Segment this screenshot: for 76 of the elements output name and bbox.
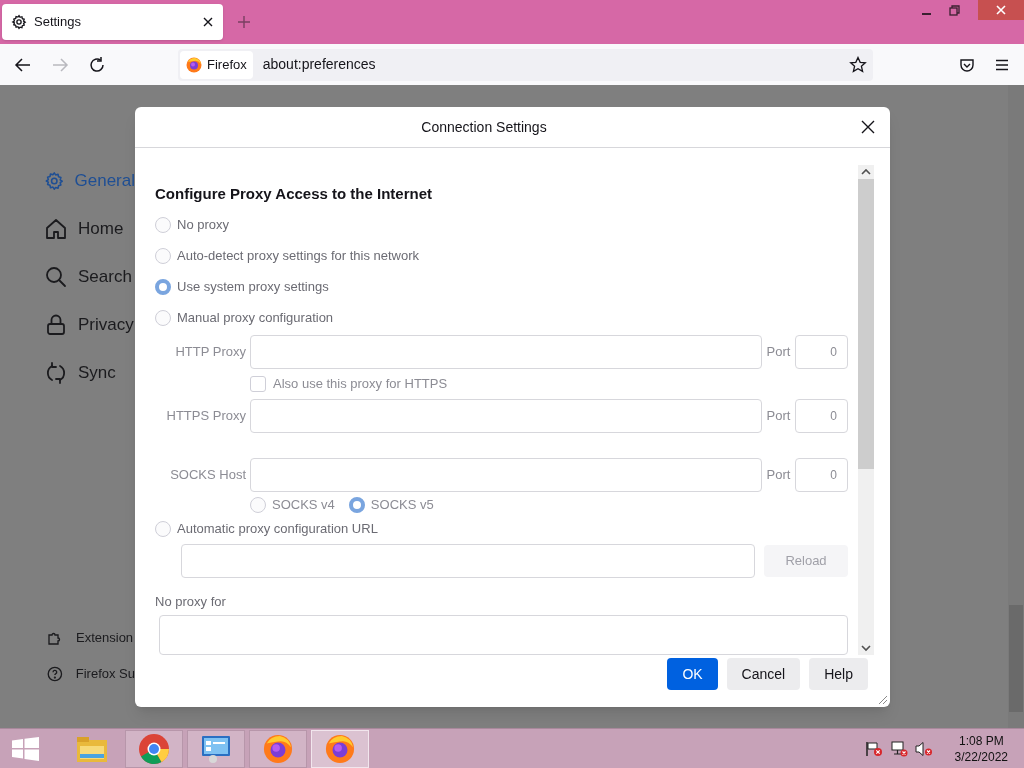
sidebar-item[interactable]: Home <box>44 205 135 253</box>
speaker-muted-icon[interactable] <box>914 740 933 757</box>
section-heading: Configure Proxy Access to the Internet <box>155 184 433 204</box>
reload-icon[interactable] <box>88 55 106 74</box>
proxy-url-field[interactable] <box>181 544 755 578</box>
radio-button[interactable] <box>155 278 171 295</box>
port-label: Port <box>765 406 792 425</box>
sidebar-item[interactable]: Sync <box>44 349 135 397</box>
help-icon <box>46 665 64 683</box>
field-label: No proxy for <box>155 594 227 610</box>
scrollbar-thumb[interactable] <box>858 179 874 469</box>
new-tab-icon[interactable] <box>237 15 251 29</box>
radio-label: Use system proxy settings <box>177 277 329 296</box>
chrome-icon <box>138 732 170 765</box>
radio-label: SOCKS v5 <box>370 496 434 515</box>
radio-button[interactable] <box>155 247 171 264</box>
field-label: HTTP Proxy <box>174 343 247 362</box>
close-window-button[interactable] <box>978 0 1024 20</box>
radio-label: Auto-detect proxy settings for this network <box>177 246 420 265</box>
taskbar-app[interactable] <box>249 729 307 768</box>
field-label: SOCKS Host <box>169 465 247 484</box>
browser-tab[interactable]: Settings <box>2 4 223 40</box>
taskbar-app[interactable] <box>125 729 183 768</box>
sidebar-item[interactable]: Privacy <box>44 301 135 349</box>
restore-icon[interactable] <box>949 5 960 16</box>
dialog-button[interactable]: Help <box>809 658 868 690</box>
reload-button[interactable]: Reload <box>764 545 848 577</box>
dialog-title: Connection Settings <box>420 117 548 137</box>
sync-icon <box>44 361 68 385</box>
close-icon[interactable] <box>861 120 875 134</box>
firefox-icon <box>263 733 293 764</box>
dialog-button[interactable]: OK <box>667 658 718 690</box>
back-icon[interactable] <box>14 55 32 74</box>
url-text: about:preferences <box>262 55 377 74</box>
dialog-button[interactable]: Cancel <box>726 658 801 690</box>
monitor-icon <box>200 733 232 764</box>
taskbar-app[interactable] <box>187 729 245 768</box>
close-icon <box>996 5 1006 15</box>
identity-label: Firefox <box>207 55 247 74</box>
radio-button[interactable] <box>155 309 171 326</box>
radio-label: Manual proxy configuration <box>177 308 334 327</box>
firefox-logo-icon <box>186 56 202 73</box>
start-icon[interactable] <box>12 736 39 761</box>
lock-icon <box>44 313 68 337</box>
close-icon[interactable] <box>202 16 214 28</box>
radio-button[interactable] <box>155 521 171 538</box>
identity-box[interactable]: Firefox <box>180 50 253 79</box>
sidebar-link[interactable]: Firefox Su <box>44 656 135 692</box>
flag-warning-icon[interactable] <box>864 740 883 757</box>
clock[interactable]: 1:08 PM 3/22/2022 <box>954 732 1008 765</box>
no-proxy-textarea[interactable] <box>159 615 848 655</box>
radio-label: No proxy <box>177 215 230 234</box>
network-warning-icon[interactable] <box>889 740 908 757</box>
tab-title: Settings <box>34 13 82 32</box>
gear-icon <box>44 169 65 193</box>
address-bar[interactable]: Firefox about:preferences <box>178 48 873 81</box>
field-label: HTTPS Proxy <box>165 406 247 425</box>
search-icon <box>44 265 68 289</box>
port-label: Port <box>765 343 792 362</box>
sidebar-link[interactable]: Extension <box>44 620 135 656</box>
pocket-icon[interactable] <box>959 56 975 73</box>
resize-grip-icon[interactable] <box>876 693 888 705</box>
radio-label: SOCKS v4 <box>272 496 335 515</box>
scroll-down-icon[interactable] <box>861 644 871 652</box>
star-icon[interactable] <box>849 55 867 74</box>
page-scrollbar[interactable] <box>1008 85 1024 728</box>
firefox-icon <box>325 733 355 764</box>
radio-label: Automatic proxy configuration URL <box>177 520 378 539</box>
dialog-scrollbar[interactable] <box>858 165 874 655</box>
checkbox-label: Also use this proxy for HTTPS <box>273 375 448 394</box>
port-label: Port <box>765 465 792 484</box>
sidebar-item[interactable]: Search <box>44 253 135 301</box>
gear-icon <box>11 14 27 30</box>
home-icon <box>44 217 68 241</box>
scroll-up-icon[interactable] <box>861 168 871 176</box>
radio-button[interactable] <box>155 216 171 233</box>
